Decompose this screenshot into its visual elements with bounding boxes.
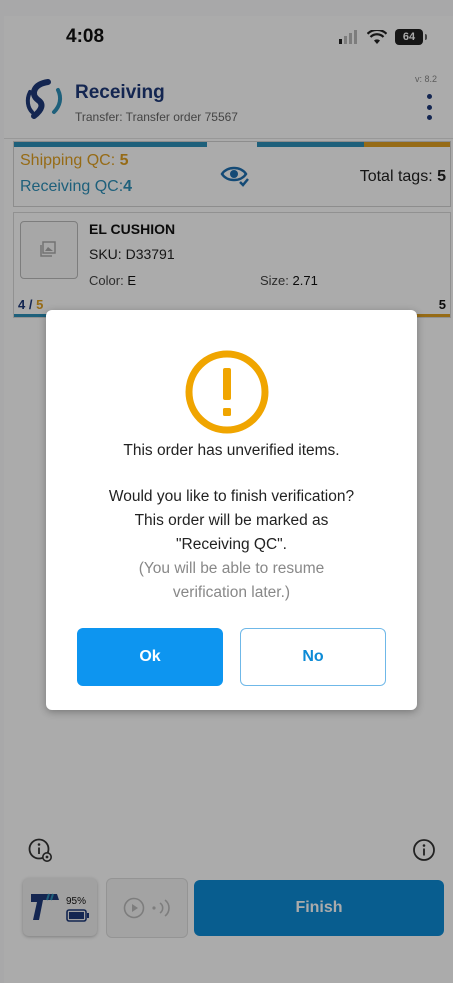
dialog-hint: (You will be able to resume [138,560,325,577]
warning-icon [185,350,269,434]
dialog-status: "Receiving QC". [176,536,287,553]
dialog-hint-2: verification later.) [172,584,291,601]
dialog-note: This order will be marked as [134,512,329,529]
unverified-items-dialog: This order has unverified items. Would y… [46,310,417,710]
screen: 4:08 64 Receiving Transfer: Transfer ord… [0,0,453,983]
dialog-question: Would you like to finish verification? [108,488,355,505]
ok-button[interactable]: Ok [77,628,223,686]
no-button[interactable]: No [240,628,386,686]
dialog-message: This order has unverified items. [123,442,340,459]
